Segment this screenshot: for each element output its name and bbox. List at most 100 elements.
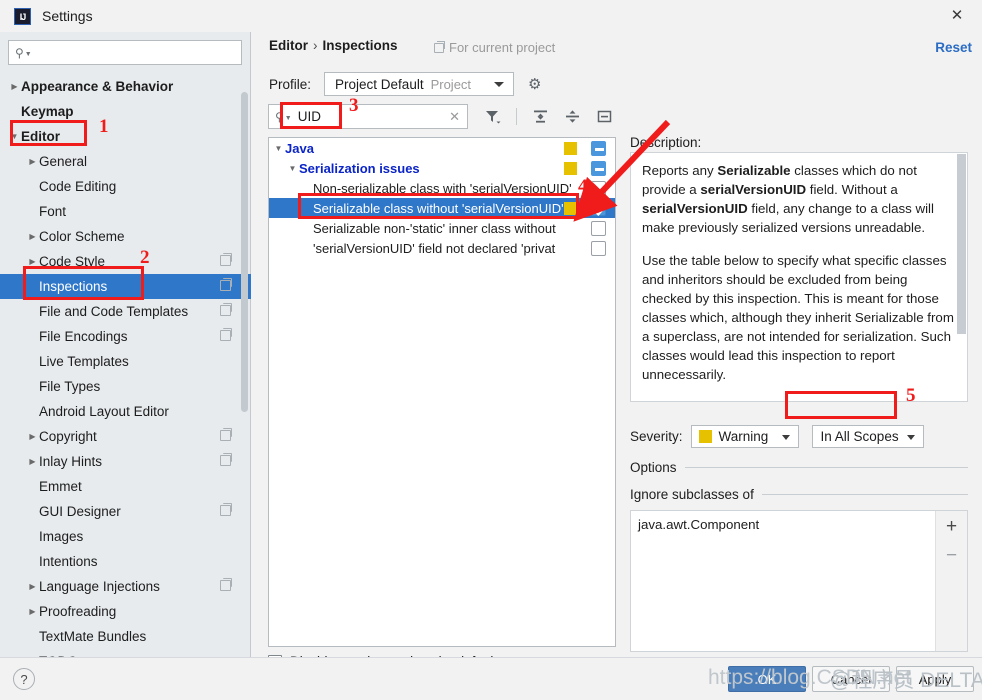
- sidebar-item-label: Font: [39, 204, 67, 219]
- expand-all-icon[interactable]: [532, 108, 549, 125]
- window-title: Settings: [42, 8, 93, 24]
- inspection-filter-box[interactable]: ⚲ ▼ UID ✕: [268, 104, 468, 129]
- inspection-row[interactable]: ▼ Java: [269, 138, 615, 158]
- inspection-row[interactable]: Non-serializable class with 'serialVersi…: [269, 178, 615, 198]
- inspection-checkbox[interactable]: [591, 241, 606, 256]
- chevron-right-icon[interactable]: ▶: [26, 582, 39, 591]
- description-scrollbar[interactable]: [957, 154, 966, 334]
- filter-icon[interactable]: [484, 108, 501, 125]
- intellij-idea-icon: IJ: [14, 7, 31, 25]
- inspection-row[interactable]: 'serialVersionUID' field not declared 'p…: [269, 238, 615, 258]
- sidebar-item-keymap[interactable]: ▶Keymap: [0, 99, 251, 124]
- help-icon[interactable]: ?: [13, 668, 35, 690]
- sidebar-item-code-editing[interactable]: ▶Code Editing: [0, 174, 251, 199]
- chevron-right-icon[interactable]: ▶: [26, 607, 39, 616]
- sidebar-item-general[interactable]: ▶ General: [0, 149, 251, 174]
- inspection-toolbar: [484, 108, 613, 125]
- chevron-down-icon[interactable]: ▼: [286, 164, 299, 173]
- chevron-down-icon: [781, 435, 790, 440]
- sidebar-item-inspections[interactable]: ▶Inspections: [0, 274, 251, 299]
- collapse-all-icon[interactable]: [564, 108, 581, 125]
- sidebar-item-proofreading[interactable]: ▶ Proofreading: [0, 599, 251, 624]
- sidebar-item-editor[interactable]: ▼ Editor: [0, 124, 251, 149]
- profile-combobox[interactable]: Project Default Project: [324, 72, 515, 96]
- sidebar-item-label: Color Scheme: [39, 229, 125, 244]
- sidebar-item-color-scheme[interactable]: ▶ Color Scheme: [0, 224, 251, 249]
- annotation-number-4: 4: [578, 176, 588, 197]
- sidebar-item-label: Live Templates: [39, 354, 129, 369]
- scope-combobox[interactable]: In All Scopes: [811, 425, 924, 448]
- sidebar-item-emmet[interactable]: ▶Emmet: [0, 474, 251, 499]
- sidebar-item-label: Inlay Hints: [39, 454, 103, 469]
- sidebar-item-font[interactable]: ▶Font: [0, 199, 251, 224]
- sidebar-item-copyright[interactable]: ▶ Copyright: [0, 424, 251, 449]
- sidebar-item-label: File Types: [39, 379, 101, 394]
- inspection-checkbox[interactable]: [591, 141, 606, 156]
- sidebar-item-live-templates[interactable]: ▶Live Templates: [0, 349, 251, 374]
- profile-scope-suffix: Project: [430, 76, 472, 92]
- clear-icon[interactable]: ✕: [449, 109, 460, 125]
- sidebar-item-label: Copyright: [39, 429, 97, 444]
- sidebar-item-file-and-code-templates[interactable]: ▶File and Code Templates: [0, 299, 251, 324]
- reset-link[interactable]: Reset: [935, 40, 972, 55]
- inspection-checkbox[interactable]: [591, 201, 606, 216]
- sidebar-item-images[interactable]: ▶Images: [0, 524, 251, 549]
- chevron-right-icon[interactable]: ▶: [26, 232, 39, 241]
- sidebar-item-label: File Encodings: [39, 329, 128, 344]
- inspection-label: Serializable class without 'serialVersio…: [313, 200, 564, 216]
- sidebar-item-file-types[interactable]: ▶File Types: [0, 374, 251, 399]
- sidebar-item-language-injections[interactable]: ▶ Language Injections: [0, 574, 251, 599]
- chevron-right-icon[interactable]: ▶: [8, 82, 21, 91]
- severity-combobox[interactable]: Warning: [690, 425, 799, 448]
- settings-dialog: IJ Settings ✕ ⚲ ▼ ▶ Appearance & Behavior…: [0, 0, 982, 700]
- filter-row: ⚲ ▼ UID ✕: [268, 104, 613, 129]
- chevron-down-icon[interactable]: ▼: [272, 144, 285, 153]
- breadcrumb-separator: ›: [313, 38, 318, 53]
- inspections-tree[interactable]: ▼ Java ▼ Serialization issues Non-serializab…: [268, 137, 616, 647]
- chevron-right-icon[interactable]: ▶: [26, 157, 39, 166]
- description-box: Reports any Serializable classes which d…: [630, 152, 968, 402]
- sidebar-item-intentions[interactable]: ▶Intentions: [0, 549, 251, 574]
- gear-icon[interactable]: ⚙: [528, 75, 541, 93]
- inspection-row[interactable]: ▼ Serialization issues: [269, 158, 615, 178]
- ignore-subclasses-label: Ignore subclasses of: [630, 487, 754, 502]
- inspection-checkbox[interactable]: [591, 221, 606, 236]
- chevron-right-icon[interactable]: ▶: [26, 457, 39, 466]
- sidebar-scrollbar[interactable]: [241, 92, 248, 412]
- sidebar-item-todo[interactable]: ▶TODO: [0, 649, 251, 657]
- chevron-down-icon: [494, 82, 505, 87]
- sidebar-item-label: Images: [39, 529, 84, 544]
- plus-icon[interactable]: +: [946, 517, 957, 536]
- copy-icon: [220, 453, 232, 466]
- sidebar-item-textmate-bundles[interactable]: ▶TextMate Bundles: [0, 624, 251, 649]
- sidebar-item-appearance-behavior[interactable]: ▶ Appearance & Behavior: [0, 74, 251, 99]
- search-input[interactable]: [35, 44, 235, 61]
- sidebar-item-android-layout-editor[interactable]: ▶Android Layout Editor: [0, 399, 251, 424]
- ignore-subclasses-list[interactable]: java.awt.Component: [631, 511, 935, 651]
- sidebar-item-label: File and Code Templates: [39, 304, 189, 319]
- inspection-row[interactable]: Serializable class without 'serialVersio…: [269, 198, 615, 218]
- for-current-project-label: For current project: [449, 40, 556, 55]
- chevron-right-icon[interactable]: ▶: [26, 257, 39, 266]
- ignore-subclasses-section-header: Ignore subclasses of: [630, 487, 968, 502]
- sidebar-item-gui-designer[interactable]: ▶GUI Designer: [0, 499, 251, 524]
- inspection-row[interactable]: Serializable non-'static' inner class wi…: [269, 218, 615, 238]
- reset-to-defaults-icon[interactable]: [596, 108, 613, 125]
- close-icon[interactable]: ✕: [946, 7, 968, 25]
- breadcrumb-parent[interactable]: Editor: [269, 38, 308, 53]
- sidebar-search-box[interactable]: ⚲ ▼: [8, 40, 242, 65]
- sidebar-search-wrap: ⚲ ▼: [0, 32, 250, 65]
- sidebar-item-inlay-hints[interactable]: ▶ Inlay Hints: [0, 449, 251, 474]
- minus-icon[interactable]: −: [946, 546, 957, 565]
- chevron-right-icon[interactable]: ▶: [26, 432, 39, 441]
- sidebar-item-file-encodings[interactable]: ▶File Encodings: [0, 324, 251, 349]
- sidebar-item-label: Language Injections: [39, 579, 160, 594]
- chevron-down-icon[interactable]: ▼: [8, 132, 21, 141]
- inspection-checkbox[interactable]: [591, 181, 606, 196]
- ignore-list-item[interactable]: java.awt.Component: [638, 517, 935, 532]
- sidebar-item-label: Code Editing: [39, 179, 117, 194]
- sidebar-item-code-style[interactable]: ▶ Code Style: [0, 249, 251, 274]
- inspection-checkbox[interactable]: [591, 161, 606, 176]
- severity-indicator: [564, 202, 577, 215]
- sidebar-tree: ▶Appearance & Behavior▶Keymap▼Editor▶Gen…: [0, 74, 251, 657]
